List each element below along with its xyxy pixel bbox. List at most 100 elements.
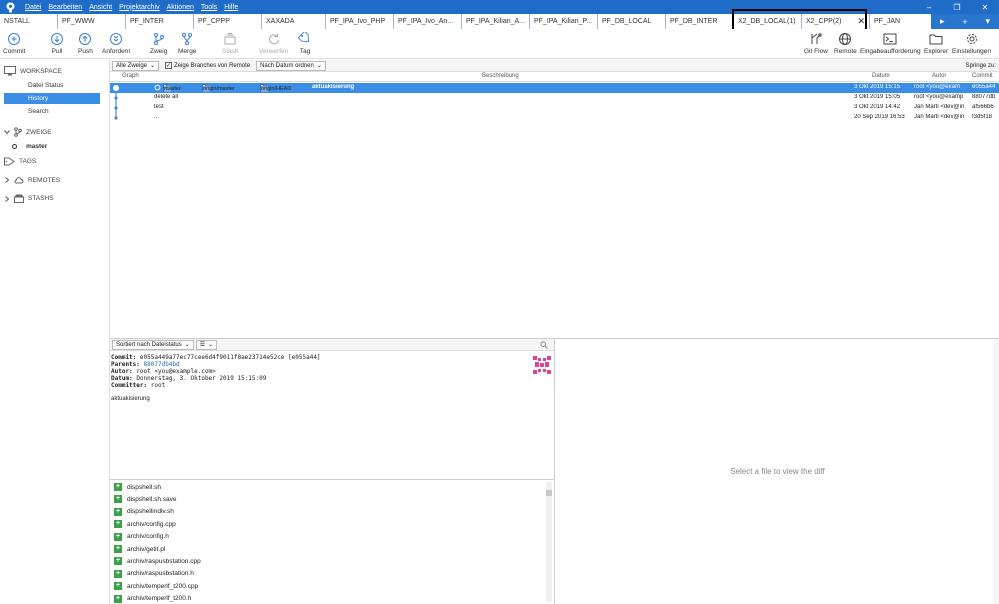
- branch-master-label: master: [26, 143, 48, 150]
- einstellungen-button[interactable]: Einstellungen: [952, 32, 991, 55]
- tab-label: XAXADA: [266, 18, 295, 25]
- file-name: archiv/raspusbstation.h: [127, 570, 194, 578]
- tab-pf-ipa-kilian-a[interactable]: PF_IPA_Kilian_A...: [462, 14, 530, 29]
- stash-button[interactable]: Stash: [222, 32, 239, 55]
- menu-aktionen[interactable]: Aktionen: [167, 4, 194, 11]
- branches-section[interactable]: ZWEIGE: [4, 127, 52, 137]
- file-row[interactable]: + archiv/config.h: [114, 531, 169, 543]
- menu-hilfe[interactable]: Hilfe: [224, 4, 238, 11]
- new-tab-button[interactable]: +: [962, 17, 967, 27]
- file-added-icon: +: [114, 557, 122, 566]
- sort-order-dropdown[interactable]: Nach Datum ordnen ⌄: [256, 60, 326, 71]
- remote-button[interactable]: Remote: [834, 32, 857, 55]
- tags-section[interactable]: TAGS: [4, 157, 36, 166]
- minimize-button[interactable]: –: [915, 0, 943, 14]
- file-row[interactable]: + archiv/temperlf_t200.cpp: [114, 580, 198, 592]
- sidebar-item-history[interactable]: History: [4, 93, 100, 104]
- file-row[interactable]: + dispshell.sh: [114, 481, 161, 493]
- parent-commit-link[interactable]: 88077db4bd: [144, 361, 180, 368]
- maximize-button[interactable]: ❐: [943, 0, 971, 14]
- column-commit[interactable]: Commit: [972, 73, 993, 79]
- workspace-section[interactable]: WORKSPACE: [4, 66, 62, 76]
- tab-pf-www[interactable]: PF_WWW: [58, 14, 126, 29]
- branch-icon: [14, 127, 22, 137]
- tab-pf-db-local[interactable]: PF_DB_LOCAL: [598, 14, 666, 29]
- view-mode-dropdown[interactable]: ☰ ⌄: [195, 339, 218, 350]
- chevron-down-icon: [4, 129, 10, 135]
- menu-datei[interactable]: Datei: [25, 4, 41, 11]
- tab-list-dropdown-icon[interactable]: ▾: [986, 16, 991, 27]
- remotes-section[interactable]: REMOTES: [4, 176, 60, 184]
- tag-icon: [4, 157, 15, 166]
- tab-pf-ipa-ivo-an[interactable]: PF_IPA_Ivo_An...: [394, 14, 462, 29]
- stash-icon: [14, 194, 24, 203]
- diff-scrollbar[interactable]: [993, 339, 999, 604]
- file-row[interactable]: + archiv/getit.pl: [114, 543, 165, 555]
- verwerfen-button[interactable]: Verwerfen: [259, 32, 288, 55]
- file-row[interactable]: + dispshell.sh.save: [114, 493, 177, 505]
- graph-node-head: [113, 85, 119, 91]
- file-row[interactable]: + archiv/raspusbstation.h: [114, 568, 194, 580]
- zweig-button[interactable]: Zweig: [150, 32, 167, 55]
- tab-pf-ipa-ivo-php[interactable]: PF_IPA_Ivo_PHP: [326, 14, 394, 29]
- column-graph[interactable]: Graph: [122, 73, 139, 79]
- files-scrollbar[interactable]: [546, 482, 552, 602]
- stashes-section[interactable]: STASHS: [4, 194, 54, 203]
- menu-tools[interactable]: Tools: [201, 4, 217, 11]
- menu-ansicht[interactable]: Ansicht: [89, 4, 112, 11]
- file-added-icon: +: [114, 545, 122, 553]
- tab-pf-inter[interactable]: PF_INTER: [126, 14, 194, 29]
- tab-label: PF_WWW: [62, 18, 95, 25]
- pull-button[interactable]: Pull: [50, 32, 64, 55]
- toolbar-button-label: Git Flow: [804, 48, 828, 55]
- menu-projektarchiv[interactable]: Projektarchiv: [119, 4, 159, 11]
- file-added-icon: +: [114, 532, 122, 541]
- graph-node: [114, 106, 118, 110]
- file-added-icon: +: [114, 582, 122, 591]
- commit-button[interactable]: Commit: [3, 32, 25, 55]
- search-icon[interactable]: [540, 341, 548, 351]
- anfordern-button[interactable]: Anfordern: [102, 32, 131, 55]
- push-button[interactable]: Push: [78, 32, 93, 55]
- explorer-button[interactable]: Explorer: [924, 32, 948, 55]
- commit-row[interactable]: test 3 Okt 2019 14:42 Jan Marti <dev@in …: [110, 103, 999, 113]
- column-author[interactable]: Autor: [932, 73, 946, 79]
- tab-pf-cppp[interactable]: PF_CPPP: [194, 14, 262, 29]
- file-sort-dropdown[interactable]: Sortiert nach Dateistatus ⌄: [112, 339, 194, 350]
- file-row[interactable]: + archiv/temperlf_t200.h: [114, 593, 191, 604]
- merge-button[interactable]: Merge: [178, 32, 196, 55]
- file-row[interactable]: + archiv/raspusbstation.cpp: [114, 555, 201, 567]
- scrollbar-thumb[interactable]: [546, 490, 552, 496]
- tab-pf-ipa-kilian-p[interactable]: PF_IPA_Kilian_P...: [530, 14, 598, 29]
- file-row[interactable]: + dispshellindiv.sh: [114, 506, 174, 518]
- show-remote-branches-checkbox[interactable]: ✓ Zeige Branches von Remote: [165, 62, 250, 69]
- tag-button[interactable]: Tag: [298, 32, 312, 55]
- ref-badge-origin-head: origin/HEAD: [260, 84, 291, 92]
- commit-row[interactable]: ... 20 Sep 2019 16:53 Jan Marti <dev@in …: [110, 113, 999, 123]
- branch-filter-dropdown[interactable]: Alle Zweige ⌄: [112, 60, 160, 71]
- sidebar-item-search[interactable]: Search: [4, 106, 100, 117]
- commit-row[interactable]: master origin/master origin/HEAD aktuaki…: [110, 83, 999, 93]
- close-window-button[interactable]: ✕: [971, 0, 999, 14]
- folder-icon: [929, 32, 943, 46]
- tab-pf-db-inter[interactable]: PF_DB_INTER: [666, 14, 734, 29]
- fetch-icon: [109, 32, 123, 46]
- file-added-icon: +: [114, 507, 122, 516]
- commit-author: Jan Marti <dev@in: [914, 104, 965, 110]
- tab-pf-jan[interactable]: PF_JAN: [870, 14, 934, 29]
- branch-master[interactable]: master: [4, 141, 100, 152]
- menu-bearbeiten[interactable]: Bearbeiten: [48, 4, 82, 11]
- sourcetree-logo-icon: [3, 0, 17, 14]
- git-flow-button[interactable]: Git Flow: [804, 32, 828, 55]
- file-row[interactable]: + archiv/config.cpp: [114, 518, 176, 530]
- stash-icon: [223, 32, 237, 46]
- tab-xaxada[interactable]: XAXADA: [262, 14, 326, 29]
- ref-label: origin/HEAD: [261, 86, 292, 92]
- sidebar-item-file-status[interactable]: Datei Status: [4, 80, 100, 91]
- commit-row[interactable]: delete all 3 Okt 2019 15:05 root <you@ex…: [110, 93, 999, 103]
- eingabeaufforderung-button[interactable]: Eingabeaufforderung: [860, 32, 921, 55]
- tab-scroll-right-icon[interactable]: ▸: [940, 16, 945, 27]
- column-date[interactable]: Datum: [872, 73, 890, 79]
- tab-nstall[interactable]: NSTALL: [0, 14, 58, 29]
- column-description[interactable]: Beschreibung: [482, 73, 519, 79]
